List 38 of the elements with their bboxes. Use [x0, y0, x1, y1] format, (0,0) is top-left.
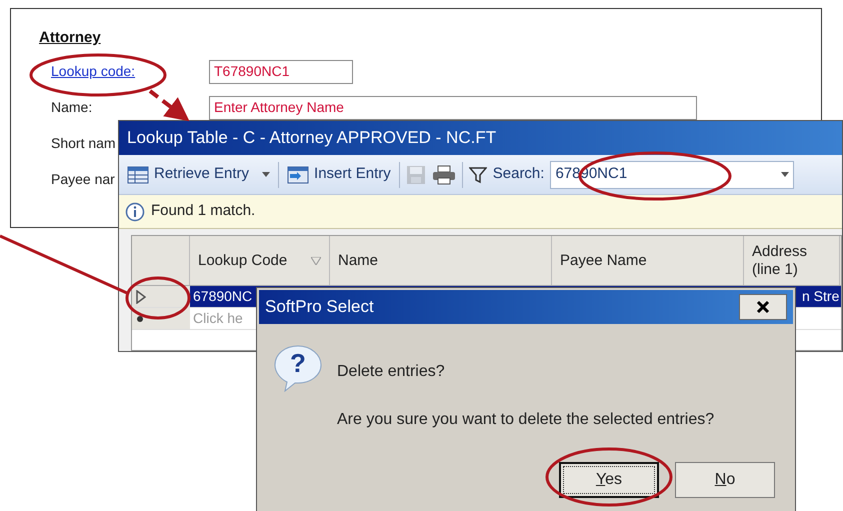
table-icon: [127, 166, 149, 184]
input-field[interactable]: Enter Attorney Name: [209, 96, 697, 120]
column-header[interactable]: Payee Name: [552, 236, 744, 285]
row-pointer-icon: [136, 290, 146, 304]
field-label: Payee nar: [51, 170, 115, 189]
table-cell-text: Click he: [192, 309, 243, 328]
question-icon: ?: [273, 344, 323, 392]
dialog-button[interactable]: Yes: [559, 462, 659, 498]
column-header[interactable]: Name: [330, 236, 552, 285]
table-cell-text: 67890NC: [192, 287, 252, 306]
section-heading: Attorney: [39, 28, 102, 48]
caret-icon: [781, 172, 790, 177]
table-cell-text: n Stre: [802, 287, 840, 306]
dashed-arrow: [148, 89, 190, 122]
info-icon: [125, 202, 145, 222]
field-label: Name:: [51, 98, 92, 117]
close-button[interactable]: [739, 294, 787, 320]
field-label: Short nam: [51, 134, 116, 153]
column-header[interactable]: Lookup Code: [190, 236, 330, 285]
new-row-icon: [136, 314, 144, 322]
retrieve-entry-button[interactable]: Retrieve Entry: [125, 163, 272, 186]
window-title: Lookup Table - C - Attorney APPROVED - NC.FT: [119, 121, 842, 155]
table-insert-icon: [287, 166, 310, 184]
column-header[interactable]: Address (line 1): [744, 236, 840, 285]
close-icon: [756, 300, 770, 314]
dialog-button[interactable]: No: [675, 462, 775, 498]
info-message: Found 1 match.: [151, 201, 256, 222]
dialog-heading: Delete entries?: [337, 362, 446, 382]
dialog-title: SoftPro Select: [265, 296, 374, 318]
filter-icon[interactable]: [468, 166, 487, 184]
lookup-link[interactable]: Lookup code:: [51, 61, 136, 82]
printer-icon[interactable]: [432, 164, 456, 184]
highlight-ellipse: [126, 276, 190, 320]
search-label: Search:: [492, 164, 544, 184]
insert-entry-button[interactable]: Insert Entry: [285, 163, 393, 186]
sort-icon: [311, 256, 321, 264]
input-field[interactable]: T67890NC1: [209, 60, 353, 84]
dialog-message: Are you sure you want to delete the selected entries?: [337, 410, 714, 430]
